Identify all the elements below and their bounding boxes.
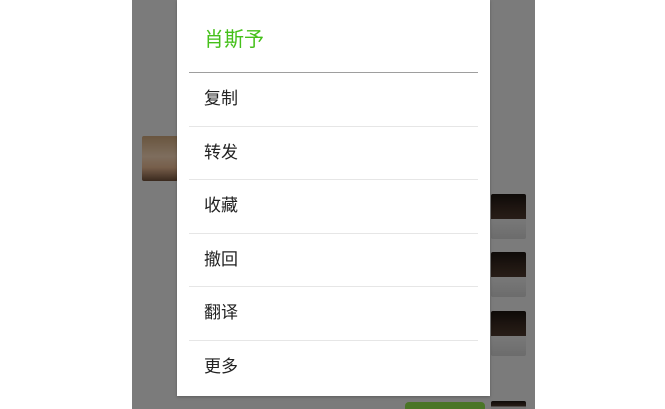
menu-item-forward[interactable]: 转发 bbox=[177, 127, 490, 181]
menu-item-copy[interactable]: 复制 bbox=[177, 73, 490, 127]
menu-item-favorite[interactable]: 收藏 bbox=[177, 180, 490, 234]
menu-item-translate[interactable]: 翻译 bbox=[177, 287, 490, 341]
menu-item-more[interactable]: 更多 bbox=[177, 341, 490, 395]
dialog-title: 肖斯予 bbox=[204, 27, 264, 51]
context-menu-list: 复制 转发 收藏 撤回 翻译 更多 bbox=[177, 73, 490, 394]
message-context-menu: 肖斯予 复制 转发 收藏 撤回 翻译 更多 bbox=[177, 0, 490, 396]
menu-item-recall[interactable]: 撤回 bbox=[177, 234, 490, 288]
